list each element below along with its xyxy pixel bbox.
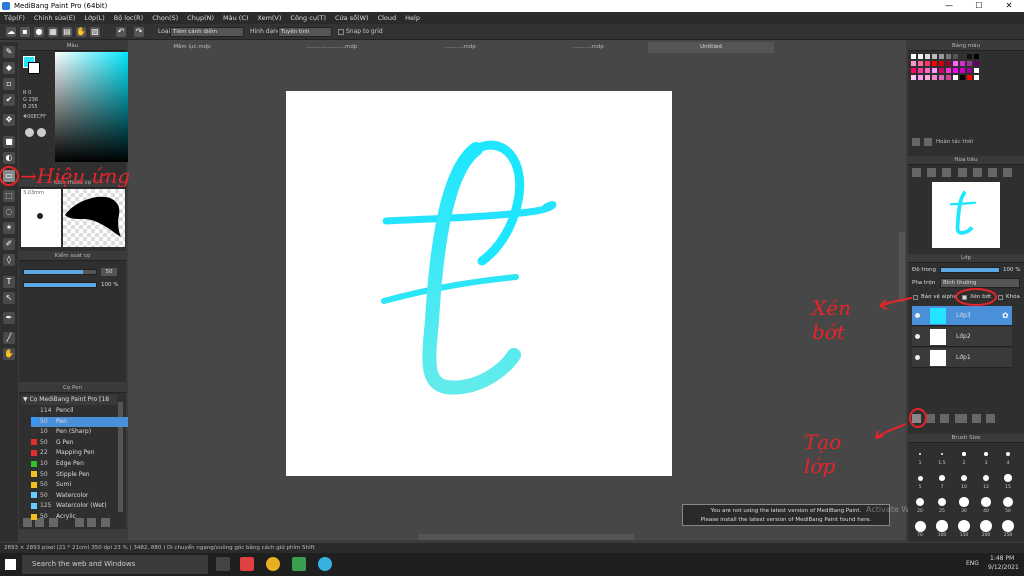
new-layer-annotation: Tạo lớp xyxy=(804,430,842,478)
effect-annotation: →Hiệu ứng xyxy=(20,164,131,188)
new-layer-circle xyxy=(909,408,927,428)
annotation-overlay xyxy=(0,166,997,439)
clip-annotation: Xén bớt xyxy=(812,296,851,344)
clip-arrow xyxy=(879,297,913,310)
new-layer-arrow xyxy=(875,423,907,439)
effect-circle xyxy=(0,166,19,186)
clip-circle xyxy=(955,288,997,306)
